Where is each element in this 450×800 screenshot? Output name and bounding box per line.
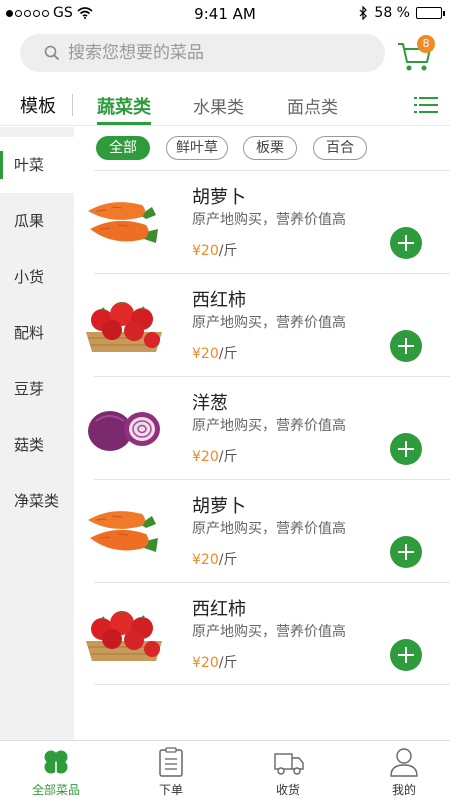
product-description: 原产地购买，营养价值高 [192, 212, 346, 228]
product-item[interactable]: 西红柿原产地购买，营养价值高 ¥20/斤 [86, 582, 450, 685]
product-description: 原产地购买，营养价值高 [192, 315, 346, 331]
clover-icon [44, 750, 68, 776]
cart-badge: 8 [417, 35, 435, 53]
search-bar[interactable] [20, 34, 385, 72]
product-name: 西红柿 [192, 599, 246, 620]
clipboard-icon [159, 747, 183, 777]
sidebar: 叶菜 瓜果 小货 配料 豆芽 菇类 净菜类 [0, 127, 74, 740]
filter-chip-lily[interactable]: 百合 [313, 136, 367, 160]
battery-icon [416, 7, 445, 19]
tab-pastries[interactable]: 面点类 [287, 93, 338, 118]
nav-mine[interactable]: 我的 [348, 741, 450, 800]
nav-all-dishes[interactable]: 全部菜品 [0, 741, 112, 800]
nav-label: 下单 [158, 783, 183, 797]
product-description: 原产地购买，营养价值高 [192, 418, 346, 434]
active-tab-indicator [97, 122, 151, 125]
nav-label: 我的 [391, 783, 416, 797]
price-unit: /斤 [218, 449, 238, 465]
add-to-cart-button[interactable] [390, 639, 422, 671]
sidebar-item-prepped[interactable]: 净菜类 [0, 473, 74, 529]
price-value: ¥20 [192, 346, 219, 362]
add-to-cart-button[interactable] [390, 433, 422, 465]
search-icon [44, 45, 60, 61]
search-input[interactable] [68, 43, 368, 63]
nav-label: 全部菜品 [31, 783, 80, 797]
price-value: ¥20 [192, 243, 219, 259]
user-icon [390, 748, 418, 777]
price-value: ¥20 [192, 449, 219, 465]
battery-percent: 58 % [374, 5, 410, 21]
sidebar-item-small-goods[interactable]: 小货 [0, 249, 74, 305]
tab-vegetables[interactable]: 蔬菜类 [97, 93, 151, 119]
add-to-cart-button[interactable] [390, 330, 422, 362]
nav-label: 收货 [275, 783, 300, 797]
nav-order[interactable]: 下单 [115, 741, 227, 800]
product-price: ¥20/斤 [192, 652, 237, 672]
filter-chip-fresh-greens[interactable]: 鲜叶草 [166, 136, 228, 160]
product-name: 西红柿 [192, 290, 246, 311]
product-item[interactable]: 西红柿原产地购买，营养价值高 ¥20/斤 [86, 273, 450, 376]
product-item[interactable]: 洋葱原产地购买，营养价值高 ¥20/斤 [88, 376, 450, 479]
status-bar: GS 9:41 AM 58 % [0, 0, 450, 28]
product-item[interactable]: 胡萝卜原产地购买，营养价值高 ¥20/斤 [88, 170, 450, 273]
sidebar-item-seasonings[interactable]: 配料 [0, 305, 74, 361]
product-image [82, 597, 166, 671]
product-item[interactable]: 胡萝卜原产地购买，营养价值高 ¥20/斤 [88, 479, 450, 582]
product-price: ¥20/斤 [192, 240, 237, 260]
sidebar-item-mushrooms[interactable]: 菇类 [0, 417, 74, 473]
sidebar-item-leafy[interactable]: 叶菜 [0, 137, 74, 193]
divider [72, 94, 73, 116]
sidebar-item-melons[interactable]: 瓜果 [0, 193, 74, 249]
product-name: 胡萝卜 [192, 496, 246, 517]
product-price: ¥20/斤 [192, 549, 237, 569]
add-to-cart-button[interactable] [390, 536, 422, 568]
list-menu-icon[interactable] [414, 96, 438, 114]
price-value: ¥20 [192, 552, 219, 568]
price-unit: /斤 [218, 346, 238, 362]
filter-chip-all[interactable]: 全部 [96, 136, 150, 160]
product-price: ¥20/斤 [192, 446, 237, 466]
product-description: 原产地购买，营养价值高 [192, 521, 346, 537]
product-description: 原产地购买，营养价值高 [192, 624, 346, 640]
sidebar-item-sprouts[interactable]: 豆芽 [0, 361, 74, 417]
product-image [82, 288, 166, 362]
template-tab[interactable]: 模板 [20, 92, 56, 118]
product-name: 洋葱 [192, 393, 228, 414]
add-to-cart-button[interactable] [390, 227, 422, 259]
product-image [82, 494, 166, 568]
price-unit: /斤 [218, 243, 238, 259]
price-value: ¥20 [192, 655, 219, 671]
truck-icon [274, 753, 304, 775]
price-unit: /斤 [218, 552, 238, 568]
product-name: 胡萝卜 [192, 187, 246, 208]
bluetooth-icon [359, 6, 368, 20]
product-image [82, 391, 166, 465]
bottom-nav: 全部菜品 下单 收货 我的 [0, 740, 450, 800]
tab-fruits[interactable]: 水果类 [193, 93, 244, 118]
product-image [82, 185, 166, 259]
category-bar: 模板 蔬菜类 水果类 面点类 [0, 82, 450, 126]
price-unit: /斤 [218, 655, 238, 671]
product-price: ¥20/斤 [192, 343, 237, 363]
nav-receive[interactable]: 收货 [232, 741, 344, 800]
filter-chip-chestnut[interactable]: 板栗 [243, 136, 297, 160]
